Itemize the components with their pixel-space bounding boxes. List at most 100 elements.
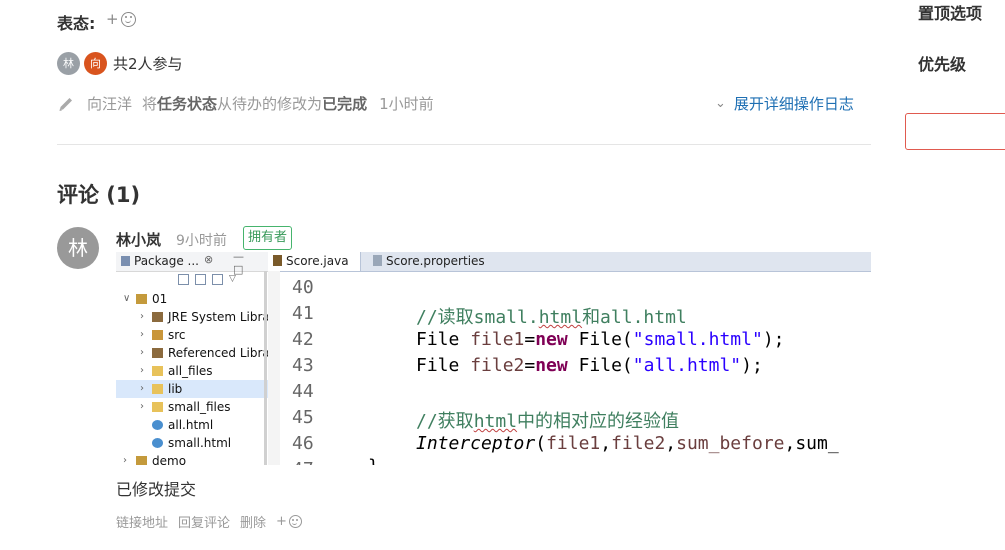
comment-author[interactable]: 林小岚 — [116, 229, 161, 250]
copy-link-button[interactable]: 链接地址 — [116, 512, 168, 531]
activity-text: 从待办的修改为 — [217, 95, 323, 113]
avatar[interactable]: 林 — [57, 227, 99, 269]
priority-select[interactable] — [905, 113, 1005, 150]
minimize-maximize-icon: —□ — [233, 252, 252, 276]
folder-icon — [152, 402, 163, 412]
plus-icon: + — [106, 10, 119, 28]
tab-label: Score.properties — [386, 254, 485, 268]
explorer-toolbar: ▽ — [178, 274, 236, 285]
project-tree: ∨ 01 › JRE System Libra › src › Referenc… — [116, 290, 270, 465]
participants: 林 向 共2人参与 — [57, 52, 183, 75]
close-icon: ⊗ — [204, 253, 214, 266]
package-explorer-tab: Package ... ⊗ —□ — [116, 252, 268, 276]
comment-image[interactable]: Package ... ⊗ —□ ▽ ∨ 01 › JRE System Lib… — [116, 252, 871, 465]
tree-item: › lib — [116, 380, 268, 398]
tree-item: › src — [116, 326, 268, 344]
source-folder-icon — [152, 330, 163, 340]
project-icon — [136, 294, 147, 304]
tree-item-label: demo — [152, 454, 187, 465]
comment-time: 9小时前 — [176, 233, 227, 249]
tree-item-label: small.html — [168, 436, 232, 450]
properties-file-icon — [373, 255, 382, 266]
tree-item: › all_files — [116, 362, 268, 380]
tree-item: small.html — [116, 434, 268, 452]
filter-icon — [212, 274, 223, 285]
html-file-icon — [152, 420, 163, 430]
chevron-down-icon: ∨ — [123, 293, 131, 304]
activity-text: 将 — [142, 95, 158, 113]
code-line: //读取small.html和all.html — [416, 307, 687, 328]
expand-log-link[interactable]: ⌄ 展开详细操作日志 — [715, 93, 854, 114]
line-number: 47 — [292, 459, 314, 465]
package-explorer: Package ... ⊗ —□ ▽ ∨ 01 › JRE System Lib… — [116, 252, 270, 465]
line-number: 40 — [292, 277, 314, 298]
code-line: //获取html中的相对应的经验值 — [416, 411, 680, 432]
plus-icon: + — [276, 514, 287, 529]
tab-score-properties: Score.properties — [368, 252, 485, 271]
tree-item-label: all_files — [168, 364, 213, 378]
line-number: 41 — [292, 303, 314, 324]
tree-item-label: Referenced Libra — [168, 346, 270, 360]
scrollbar — [264, 271, 267, 465]
line-number: 46 — [292, 433, 314, 454]
reaction-label: 表态: — [57, 14, 96, 33]
tree-item-label: lib — [168, 382, 183, 396]
line-number: 42 — [292, 329, 314, 350]
activity-field: 任务状态 — [157, 95, 218, 113]
smile-icon — [120, 11, 136, 27]
tree-item: › JRE System Libra — [116, 308, 270, 326]
tab-score-java: Score.java ⊗ — [268, 252, 361, 287]
expand-log-label: 展开详细操作日志 — [733, 95, 854, 113]
delete-button[interactable]: 删除 — [240, 512, 266, 531]
project-icon — [136, 456, 147, 465]
tree-item: › small_files — [116, 398, 268, 416]
tree-item: all.html — [116, 416, 268, 434]
tree-item: › Referenced Libra — [116, 344, 270, 362]
chevron-right-icon: › — [140, 383, 144, 394]
pencil-icon — [59, 97, 72, 111]
chevron-right-icon: › — [140, 401, 144, 412]
owner-badge: 拥有者 — [243, 226, 293, 250]
tree-item-label: small_files — [168, 400, 231, 414]
chevron-right-icon: › — [140, 347, 144, 358]
tab-label: Score.java — [286, 254, 349, 268]
code-line: } — [368, 456, 379, 465]
double-chevron-down-icon: ⌄ — [715, 96, 726, 111]
line-number: 43 — [292, 355, 314, 376]
folder-icon — [152, 366, 163, 376]
editor-tabs: Score.java ⊗ Score.properties — [268, 252, 871, 287]
chevron-right-icon: › — [140, 329, 144, 340]
smile-icon — [288, 515, 302, 528]
comment-body: 已修改提交 — [116, 480, 197, 499]
avatar[interactable]: 向 — [84, 52, 107, 75]
library-icon — [152, 348, 163, 358]
activity-user: 向汪洋 — [87, 95, 133, 113]
link-editor-icon — [195, 274, 206, 285]
code-line: File file2=new File("all.html"); — [416, 355, 763, 376]
package-icon — [121, 256, 130, 266]
line-number: 44 — [292, 381, 314, 402]
add-reaction-button[interactable]: + — [106, 10, 136, 28]
folder-icon — [152, 384, 163, 394]
tree-item-label: all.html — [168, 418, 214, 432]
comments-title: 评论 (1) — [57, 183, 141, 207]
reply-button[interactable]: 回复评论 — [178, 512, 230, 531]
comment-actions: 链接地址 回复评论 删除 + — [116, 512, 302, 531]
tree-item-label: 01 — [152, 292, 168, 306]
add-reaction-button[interactable]: + — [276, 514, 302, 529]
tree-item-label: JRE System Libra — [168, 310, 270, 324]
avatar[interactable]: 林 — [57, 52, 80, 75]
chevron-right-icon: › — [140, 365, 144, 376]
code-line: Interceptor(file1,file2,sum_before,sum_ — [416, 433, 839, 454]
pin-options-label: 置顶选项 — [918, 4, 983, 23]
collapse-all-icon — [178, 274, 189, 285]
tree-item: ∨ 01 — [116, 290, 268, 308]
chevron-right-icon: › — [123, 455, 127, 465]
line-number: 45 — [292, 407, 314, 428]
activity-entry: 向汪洋 将 任务状态 从待办的修改为 已完成 1小时前 — [57, 93, 434, 114]
priority-label: 优先级 — [918, 55, 967, 74]
activity-value: 已完成 — [322, 95, 368, 113]
view-menu-icon: ▽ — [229, 274, 236, 284]
library-icon — [152, 312, 163, 322]
tree-item-label: src — [168, 328, 186, 342]
